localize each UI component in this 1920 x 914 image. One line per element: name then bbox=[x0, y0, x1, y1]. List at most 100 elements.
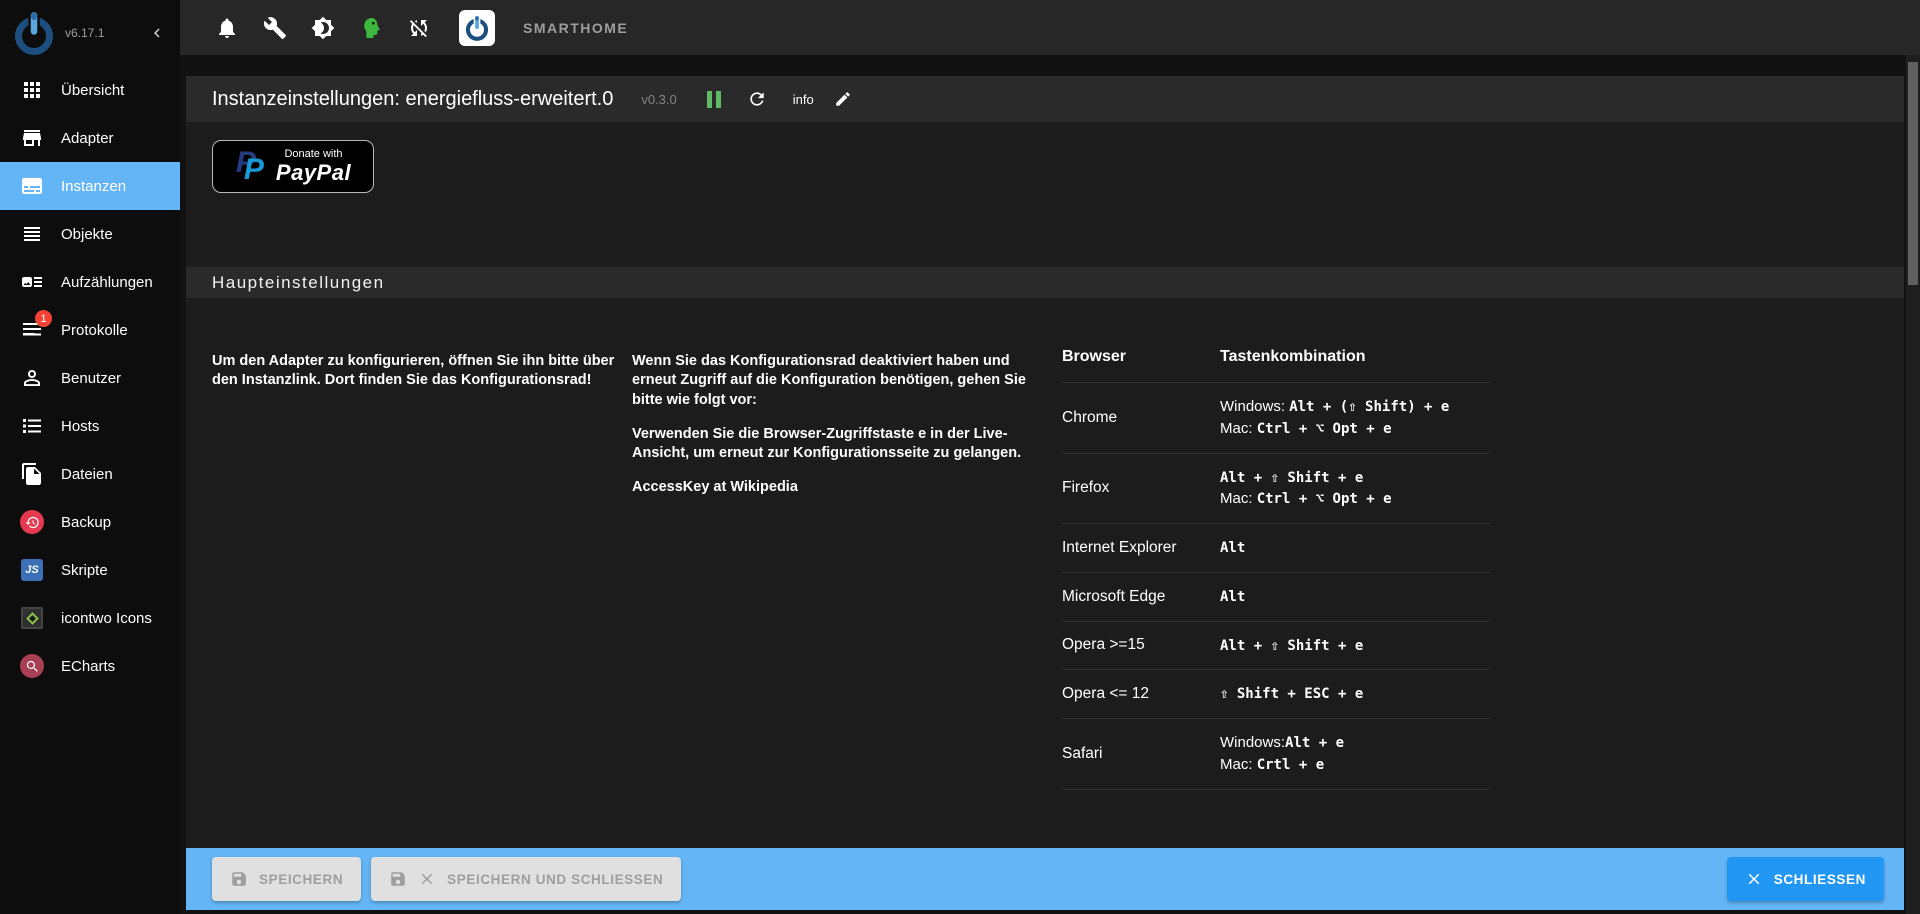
chevron-left-icon bbox=[148, 24, 166, 42]
files-icon bbox=[20, 462, 44, 486]
sidebar-item-label: Übersicht bbox=[61, 82, 124, 99]
table-row: Internet Explorer Alt bbox=[1062, 524, 1490, 573]
sync-disabled-button[interactable] bbox=[407, 16, 431, 40]
expert-mode-button[interactable] bbox=[359, 16, 383, 40]
sidebar-item-label: Instanzen bbox=[61, 178, 126, 195]
section-header-haupteinstellungen: Haupteinstellungen bbox=[186, 267, 1904, 298]
edit-instance-button[interactable] bbox=[834, 90, 852, 108]
paypal-donate-button[interactable]: P P Donate with PayPal bbox=[212, 140, 374, 193]
main-area: SMARTHOME Instanzeinstellungen: energief… bbox=[180, 0, 1920, 914]
sidebar-item-label: Dateien bbox=[61, 466, 113, 483]
intro-column-left: Um den Adapter zu konfigurieren, öffnen … bbox=[212, 352, 616, 406]
collapse-sidebar-button[interactable] bbox=[146, 22, 168, 44]
sidebar-header: v6.17.1 bbox=[0, 0, 180, 66]
table-row: Firefox Alt + ⇧ Shift + eMac: Ctrl + ⌥ O… bbox=[1062, 454, 1490, 525]
dialog-titlebar: Instanzeinstellungen: energiefluss-erwei… bbox=[186, 76, 1904, 122]
pause-instance-button[interactable] bbox=[707, 91, 721, 108]
save-button[interactable]: SPEICHERN bbox=[212, 857, 361, 901]
user-icon bbox=[20, 366, 44, 390]
adapter-version: v0.3.0 bbox=[641, 92, 676, 107]
sidebar-item-backup[interactable]: Backup bbox=[0, 498, 180, 546]
brand-logo bbox=[459, 10, 495, 46]
sidebar-item-adapter[interactable]: Adapter bbox=[0, 114, 180, 162]
sidebar-item-benutzer[interactable]: Benutzer bbox=[0, 354, 180, 402]
paypal-logo-icon: P P bbox=[235, 148, 267, 186]
store-icon bbox=[20, 126, 44, 150]
base-settings-button[interactable] bbox=[263, 16, 287, 40]
save-and-close-button[interactable]: SPEICHERN UND SCHLIESSEN bbox=[371, 857, 681, 901]
sidebar-item-label: Skripte bbox=[61, 562, 108, 579]
sidebar-item-protokolle[interactable]: 1 Protokolle bbox=[0, 306, 180, 354]
save-icon bbox=[389, 870, 407, 888]
scrollbar-thumb[interactable] bbox=[1908, 62, 1918, 285]
sidebar-item-label: Aufzählungen bbox=[61, 274, 153, 291]
table-row: Chrome Windows: Alt + (⇧ Shift) + eMac: … bbox=[1062, 383, 1490, 454]
sidebar-item-icontwo[interactable]: icontwo Icons bbox=[0, 594, 180, 642]
expert-head-icon bbox=[359, 16, 383, 40]
sidebar: v6.17.1 Übersicht Adapter Instanzen Obje… bbox=[0, 0, 180, 914]
sidebar-item-label: Protokolle bbox=[61, 322, 128, 339]
table-row: Opera <= 12 ⇧ Shift + ESC + e bbox=[1062, 670, 1490, 719]
dialog-title: Instanzeinstellungen: energiefluss-erwei… bbox=[212, 88, 613, 111]
info-link[interactable]: info bbox=[793, 92, 814, 107]
accesskey-wikipedia-link[interactable]: AccessKey at Wikipedia bbox=[632, 479, 798, 495]
sidebar-item-instanzen[interactable]: Instanzen bbox=[0, 162, 180, 210]
logs-icon: 1 bbox=[20, 318, 44, 342]
sidebar-item-aufzaehlungen[interactable]: Aufzählungen bbox=[0, 258, 180, 306]
list-icon bbox=[20, 222, 44, 246]
logs-badge: 1 bbox=[35, 310, 52, 327]
admin-version: v6.17.1 bbox=[65, 26, 104, 40]
table-row: Microsoft Edge Alt bbox=[1062, 573, 1490, 622]
echarts-icon bbox=[20, 654, 44, 678]
iobroker-logo-icon bbox=[10, 9, 58, 57]
sidebar-item-label: ECharts bbox=[61, 658, 115, 675]
intro-text-middle-1: Wenn Sie das Konfigurationsrad deaktivie… bbox=[632, 352, 1048, 410]
intro-text-left: Um den Adapter zu konfigurieren, öffnen … bbox=[212, 352, 616, 391]
topbar: SMARTHOME bbox=[180, 0, 1920, 55]
sidebar-item-echarts[interactable]: ECharts bbox=[0, 642, 180, 690]
close-icon bbox=[1745, 870, 1763, 888]
sidebar-item-dateien[interactable]: Dateien bbox=[0, 450, 180, 498]
close-icon bbox=[418, 870, 436, 888]
bell-icon bbox=[215, 16, 239, 40]
instance-settings-dialog: Instanzeinstellungen: energiefluss-erwei… bbox=[186, 76, 1904, 910]
table-row: Safari Windows:Alt + eMac: Crtl + e bbox=[1062, 719, 1490, 790]
sidebar-item-label: Hosts bbox=[61, 418, 99, 435]
sidebar-item-label: Adapter bbox=[61, 130, 114, 147]
hosts-icon bbox=[20, 414, 44, 438]
close-button[interactable]: SCHLIESSEN bbox=[1727, 857, 1884, 901]
dialog-footer: SPEICHERN SPEICHERN UND SCHLIESSEN SCHLI… bbox=[186, 848, 1904, 910]
pencil-icon bbox=[834, 90, 852, 108]
intro-text-middle-2: Verwenden Sie die Browser-Zugriffstaste … bbox=[632, 425, 1048, 464]
page-background: Instanzeinstellungen: energiefluss-erwei… bbox=[180, 55, 1920, 914]
sidebar-item-objekte[interactable]: Objekte bbox=[0, 210, 180, 258]
sidebar-item-uebersicht[interactable]: Übersicht bbox=[0, 66, 180, 114]
theme-icon bbox=[311, 16, 335, 40]
app-root: v6.17.1 Übersicht Adapter Instanzen Obje… bbox=[0, 0, 1920, 914]
sidebar-item-label: Backup bbox=[61, 514, 111, 531]
restart-instance-button[interactable] bbox=[747, 89, 767, 109]
sidebar-item-label: Objekte bbox=[61, 226, 113, 243]
theme-toggle-button[interactable] bbox=[311, 16, 335, 40]
backup-history-icon bbox=[20, 510, 44, 534]
sidebar-item-skripte[interactable]: JS Skripte bbox=[0, 546, 180, 594]
dialog-body: P P Donate with PayPal Haupteinstellunge… bbox=[186, 122, 1904, 848]
javascript-icon: JS bbox=[21, 559, 43, 581]
vertical-scrollbar[interactable] bbox=[1906, 55, 1920, 914]
table-row: Opera >=15 Alt + ⇧ Shift + e bbox=[1062, 622, 1490, 671]
save-icon bbox=[230, 870, 248, 888]
sidebar-item-hosts[interactable]: Hosts bbox=[0, 402, 180, 450]
shortcut-table-header: Browser Tastenkombination bbox=[1062, 342, 1490, 383]
sidebar-item-label: icontwo Icons bbox=[61, 610, 152, 627]
refresh-icon bbox=[747, 89, 767, 109]
icontwo-icon bbox=[21, 607, 43, 629]
wrench-icon bbox=[263, 16, 287, 40]
sync-disabled-icon bbox=[407, 16, 431, 40]
sidebar-nav: Übersicht Adapter Instanzen Objekte Aufz… bbox=[0, 66, 180, 690]
instances-icon bbox=[20, 174, 44, 198]
shortcut-table: Browser Tastenkombination Chrome Windows… bbox=[1062, 342, 1490, 790]
enums-icon bbox=[20, 270, 44, 294]
notifications-button[interactable] bbox=[215, 16, 239, 40]
sidebar-item-label: Benutzer bbox=[61, 370, 121, 387]
brand-name: SMARTHOME bbox=[523, 20, 628, 36]
